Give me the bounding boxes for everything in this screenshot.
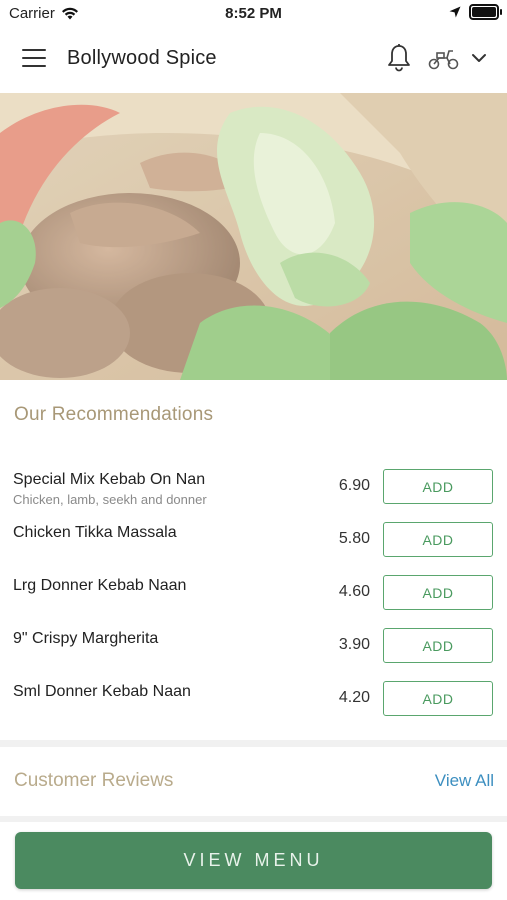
- list-item: Lrg Donner Kebab Naan 4.60 ADD: [0, 566, 507, 619]
- item-name: Lrg Donner Kebab Naan: [13, 577, 187, 594]
- hero-overlay: [0, 93, 507, 380]
- app-header: Bollywood Spice: [0, 27, 507, 93]
- item-price: 4.60: [338, 583, 370, 600]
- item-description: Chicken, lamb, seekh and donner: [13, 492, 207, 507]
- scooter-icon[interactable]: [428, 47, 460, 71]
- view-menu-button[interactable]: VIEW MENU: [15, 832, 492, 889]
- add-button[interactable]: ADD: [383, 575, 493, 610]
- section-divider: [0, 816, 507, 822]
- item-name: Chicken Tikka Massala: [13, 524, 177, 541]
- chevron-down-icon[interactable]: [470, 49, 488, 67]
- add-button[interactable]: ADD: [383, 628, 493, 663]
- status-right: [449, 4, 502, 20]
- clock: 8:52 PM: [225, 5, 282, 22]
- add-button[interactable]: ADD: [383, 522, 493, 557]
- list-item: Special Mix Kebab On Nan Chicken, lamb, …: [0, 460, 507, 513]
- item-price: 4.20: [338, 689, 370, 706]
- add-button[interactable]: ADD: [383, 469, 493, 504]
- hamburger-menu-icon[interactable]: [22, 49, 46, 69]
- reviews-title: Customer Reviews: [14, 770, 174, 791]
- add-button[interactable]: ADD: [383, 681, 493, 716]
- location-arrow-icon: [449, 6, 461, 18]
- list-item: Chicken Tikka Massala 5.80 ADD: [0, 513, 507, 566]
- list-item: 9" Crispy Margherita 3.90 ADD: [0, 619, 507, 672]
- item-price: 3.90: [338, 636, 370, 653]
- bell-icon[interactable]: [386, 43, 412, 73]
- hero-food-image: [0, 93, 507, 380]
- item-price: 5.80: [338, 530, 370, 547]
- section-divider: [0, 740, 507, 747]
- item-name: 9" Crispy Margherita: [13, 630, 159, 647]
- status-bar: Carrier 8:52 PM: [0, 0, 507, 27]
- recommendations-title: Our Recommendations: [14, 404, 214, 425]
- view-all-link[interactable]: View All: [435, 771, 494, 791]
- battery-icon: [469, 4, 502, 20]
- item-name: Special Mix Kebab On Nan: [13, 471, 206, 488]
- item-price: 6.90: [338, 477, 370, 494]
- restaurant-title: Bollywood Spice: [67, 47, 217, 69]
- list-item: Sml Donner Kebab Naan 4.20 ADD: [0, 672, 507, 725]
- item-name: Sml Donner Kebab Naan: [13, 683, 191, 700]
